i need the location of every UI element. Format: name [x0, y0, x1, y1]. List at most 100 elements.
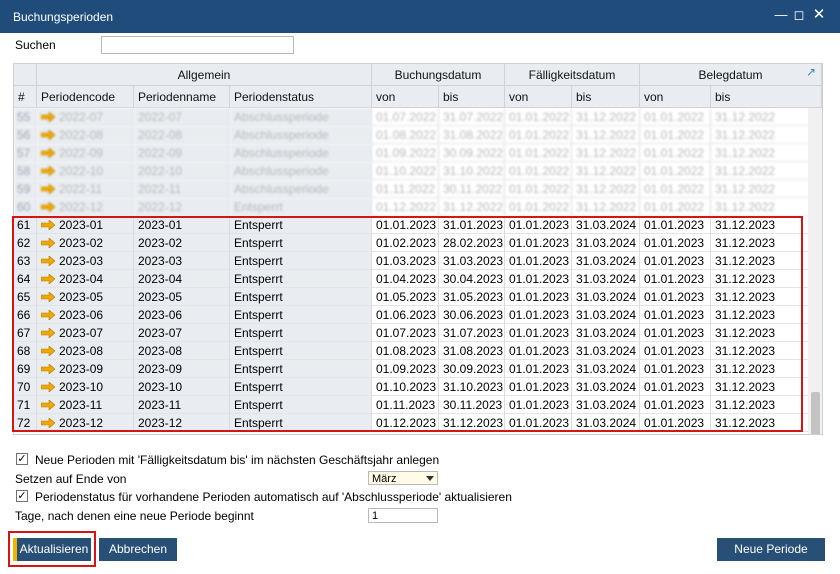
new-periods-checkbox[interactable]: ✓: [16, 453, 28, 465]
orange-arrow-icon[interactable]: [40, 289, 56, 305]
cell-text: 01.12.2023: [376, 416, 437, 430]
orange-arrow-icon[interactable]: [40, 415, 56, 431]
table-row[interactable]: 72 2023-12 2023-12 Entsperrt 01.12.2023 31.12…: [14, 414, 822, 432]
orange-arrow-icon[interactable]: [40, 397, 56, 413]
table-row[interactable]: 70 2023-10 2023-10 Entsperrt 01.10.2023 31.10…: [14, 378, 822, 396]
col-header-doc-to[interactable]: bis: [711, 86, 822, 108]
expand-arrow-icon[interactable]: ↗: [806, 66, 818, 78]
table-row-blurred[interactable]: 56 2022-08 2022-08 Abschlussperiode 01.08.20…: [14, 126, 822, 144]
col-header-posting-to[interactable]: bis: [439, 86, 505, 108]
table-row[interactable]: 71 2023-11 2023-11 Entsperrt 01.11.2023 30.11…: [14, 396, 822, 414]
cell-text: 01.01.2023: [509, 326, 570, 340]
col-header-due-to[interactable]: bis: [572, 86, 640, 108]
col-header-posting-from[interactable]: von: [372, 86, 439, 108]
cell-code[interactable]: 2023-07: [37, 324, 134, 342]
cell-code[interactable]: 2023-03: [37, 252, 134, 270]
col-header-name[interactable]: Periodenname: [134, 86, 230, 108]
col-header-status[interactable]: Periodenstatus: [230, 86, 372, 108]
cell-text: 01.01.2023: [644, 326, 705, 340]
cell-text: 01.01.2022: [509, 200, 570, 214]
days-input[interactable]: 1: [368, 508, 438, 523]
cell-p-to: 31.10.2023: [439, 378, 505, 396]
cell-text: Abschlussperiode: [234, 164, 329, 178]
minimize-icon[interactable]: —: [773, 7, 789, 23]
scrollbar-thumb[interactable]: [811, 392, 820, 434]
cell-code[interactable]: 2022-11: [37, 180, 134, 198]
table-row-blurred[interactable]: 58 2022-10 2022-10 Abschlussperiode 01.10.20…: [14, 162, 822, 180]
cell-text: 01.01.2023: [509, 236, 570, 250]
cell-name: 2023-01: [134, 216, 230, 234]
table-row-blurred[interactable]: 60 2022-12 2022-12 Entsperrt 01.12.2022 31.12…: [14, 198, 822, 216]
cell-code[interactable]: 2023-12: [37, 414, 134, 432]
cell-d-from: 01.01.2022: [505, 108, 572, 126]
cell-code[interactable]: 2022-10: [37, 162, 134, 180]
orange-arrow-icon[interactable]: [40, 217, 56, 233]
cell-text: 2023-03: [59, 254, 104, 268]
table-row[interactable]: 65 2023-05 2023-05 Entsperrt 01.05.2023 31.05…: [14, 288, 822, 306]
table-row-blurred[interactable]: 55 2022-07 2022-07 Abschlussperiode 01.07.20…: [14, 108, 822, 126]
table-row-blurred[interactable]: 59 2022-11 2022-11 Abschlussperiode 01.11.20…: [14, 180, 822, 198]
cell-code[interactable]: 2023-01: [37, 216, 134, 234]
table-row-blurred[interactable]: 57 2022-09 2022-09 Abschlussperiode 01.09.20…: [14, 144, 822, 162]
table-row[interactable]: 61 2023-01 2023-01 Entsperrt 01.01.2023 31.01…: [14, 216, 822, 234]
cell-text: 61: [17, 218, 31, 232]
cell-code[interactable]: 2023-11: [37, 396, 134, 414]
table-row[interactable]: 64 2023-04 2023-04 Entsperrt 01.04.2023 30.04…: [14, 270, 822, 288]
cell-code[interactable]: 2023-02: [37, 234, 134, 252]
col-header-code[interactable]: Periodencode: [37, 86, 134, 108]
cell-b-to: 31.12.2023: [711, 324, 822, 342]
orange-arrow-icon[interactable]: [40, 109, 56, 125]
cell-text: 31.12.2022: [715, 128, 776, 142]
orange-arrow-icon[interactable]: [40, 379, 56, 395]
close-icon[interactable]: ✕: [811, 7, 827, 23]
orange-arrow-icon[interactable]: [40, 325, 56, 341]
search-input[interactable]: [101, 36, 294, 54]
cancel-button[interactable]: Abbrechen: [99, 538, 177, 561]
orange-arrow-icon[interactable]: [40, 307, 56, 323]
cell-status: Abschlussperiode: [230, 162, 372, 180]
cell-b-from: 01.01.2023: [640, 234, 711, 252]
cell-code[interactable]: 2023-09: [37, 360, 134, 378]
cell-code[interactable]: 2023-04: [37, 270, 134, 288]
orange-arrow-icon[interactable]: [40, 235, 56, 251]
cell-code[interactable]: 2022-07: [37, 108, 134, 126]
orange-arrow-icon[interactable]: [40, 271, 56, 287]
table-row[interactable]: 67 2023-07 2023-07 Entsperrt 01.07.2023 31.07…: [14, 324, 822, 342]
cell-code[interactable]: 2022-09: [37, 144, 134, 162]
orange-arrow-icon[interactable]: [40, 181, 56, 197]
cell-code[interactable]: 2023-10: [37, 378, 134, 396]
cell-code[interactable]: 2022-12: [37, 198, 134, 216]
new-period-button[interactable]: Neue Periode: [717, 538, 825, 561]
cell-status: Entsperrt: [230, 198, 372, 216]
vertical-scrollbar[interactable]: [808, 108, 822, 434]
col-header-doc-from[interactable]: von: [640, 86, 711, 108]
set-end-select[interactable]: März: [368, 471, 438, 485]
cell-code[interactable]: 2023-05: [37, 288, 134, 306]
maximize-icon[interactable]: ◻: [791, 7, 807, 23]
orange-arrow-icon[interactable]: [40, 343, 56, 359]
col-header-due-from[interactable]: von: [505, 86, 572, 108]
cell-text: 31.08.2022: [443, 128, 504, 142]
table-row[interactable]: 66 2023-06 2023-06 Entsperrt 01.06.2023 30.06…: [14, 306, 822, 324]
cell-code[interactable]: 2022-08: [37, 126, 134, 144]
cell-text: 2023-12: [138, 416, 183, 430]
orange-arrow-icon[interactable]: [40, 145, 56, 161]
update-status-checkbox[interactable]: ✓: [16, 490, 28, 502]
orange-arrow-icon[interactable]: [40, 199, 56, 215]
cell-p-from: 01.03.2023: [372, 252, 439, 270]
orange-arrow-icon[interactable]: [40, 361, 56, 377]
cell-code[interactable]: 2023-06: [37, 306, 134, 324]
orange-arrow-icon[interactable]: [40, 163, 56, 179]
cell-text: 31.12.2023: [715, 272, 776, 286]
table-row[interactable]: 68 2023-08 2023-08 Entsperrt 01.08.2023 31.08…: [14, 342, 822, 360]
cell-d-to: 31.12.2022: [572, 144, 640, 162]
col-header-num[interactable]: #: [14, 86, 37, 108]
orange-arrow-icon[interactable]: [40, 253, 56, 269]
cell-text: 70: [17, 380, 31, 394]
orange-arrow-icon[interactable]: [40, 127, 56, 143]
table-row[interactable]: 63 2023-03 2023-03 Entsperrt 01.03.2023 31.03…: [14, 252, 822, 270]
table-row[interactable]: 69 2023-09 2023-09 Entsperrt 01.09.2023 30.09…: [14, 360, 822, 378]
cell-b-to: 31.12.2022: [711, 144, 822, 162]
cell-code[interactable]: 2023-08: [37, 342, 134, 360]
table-row[interactable]: 62 2023-02 2023-02 Entsperrt 01.02.2023 28.02…: [14, 234, 822, 252]
